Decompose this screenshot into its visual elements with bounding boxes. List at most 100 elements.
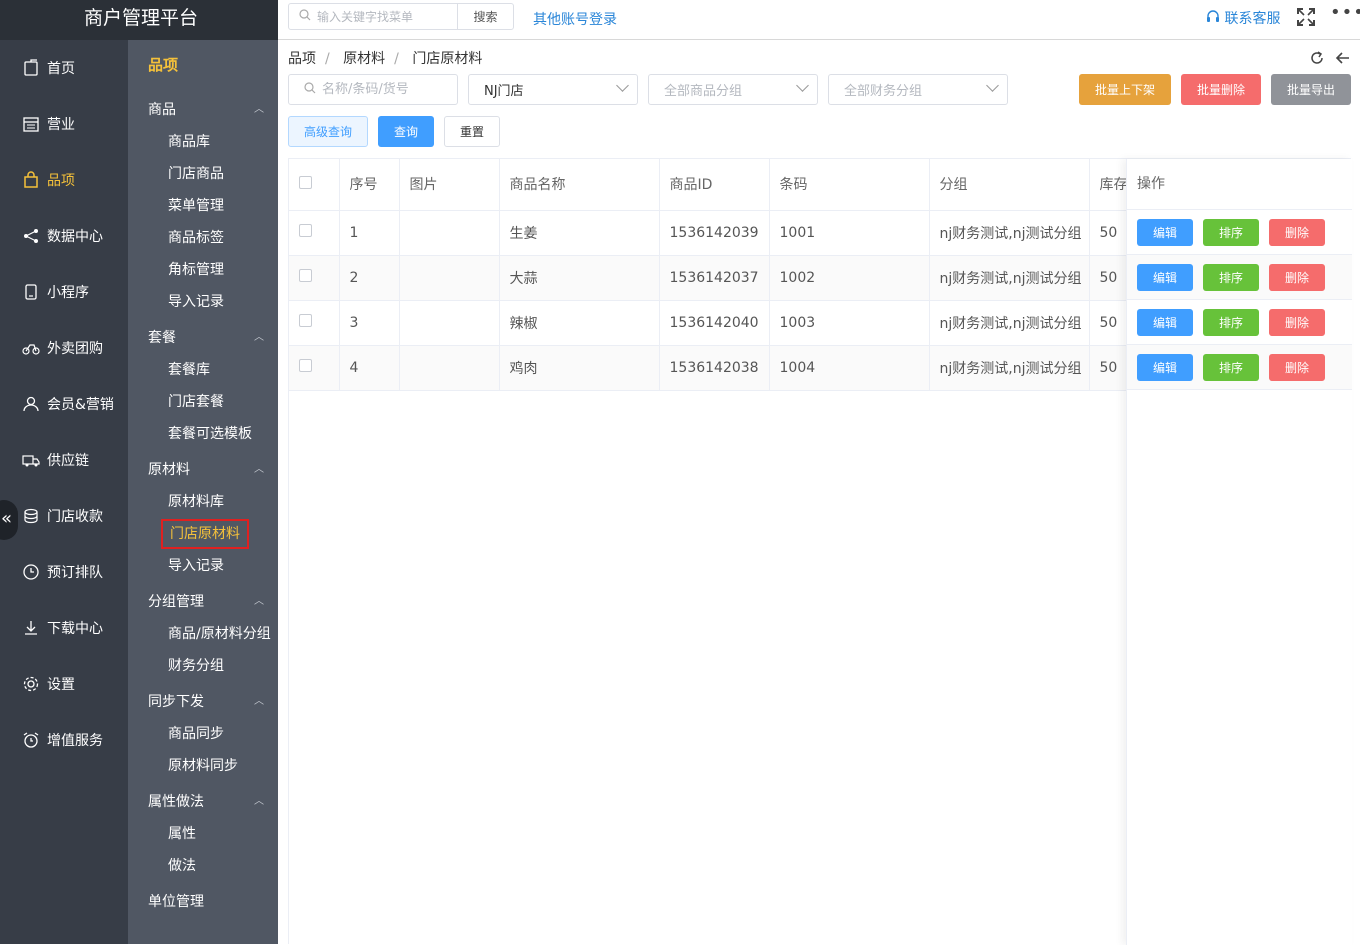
nav-item[interactable]: 营业 xyxy=(0,96,128,152)
edit-button[interactable]: 编辑 xyxy=(1137,218,1193,246)
row-checkbox-cell[interactable] xyxy=(289,210,340,256)
materials-table: 序号 图片 商品名称 商品ID 条码 分组 库存 1 生姜 1536142039 10… xyxy=(288,158,1352,945)
subnav-item[interactable]: 菜单管理 xyxy=(128,190,278,222)
sort-button[interactable]: 排序 xyxy=(1203,308,1259,336)
subnav-group-header[interactable]: 同步下发 ︿ xyxy=(128,686,278,718)
nav-item[interactable]: 品项 xyxy=(0,152,128,208)
reset-button[interactable]: 重置 xyxy=(444,116,500,147)
column-header: 条码 xyxy=(769,159,930,211)
store-select[interactable]: NJ门店 xyxy=(468,74,638,105)
select-all-checkbox-cell[interactable] xyxy=(289,159,340,211)
subnav-item[interactable]: 套餐库 xyxy=(128,354,278,386)
other-account-login-link[interactable]: 其他账号登录 xyxy=(533,9,617,29)
row-checkbox-cell[interactable] xyxy=(289,345,340,391)
subnav-item[interactable]: 做法 xyxy=(128,850,278,882)
column-header: 商品名称 xyxy=(499,159,660,211)
subnav-item-label: 财务分组 xyxy=(168,658,224,674)
subnav-item[interactable]: 门店套餐 xyxy=(128,386,278,418)
nav-item[interactable]: 外卖团购 xyxy=(0,320,128,376)
delete-button[interactable]: 删除 xyxy=(1269,308,1325,336)
keyword-search-field[interactable] xyxy=(288,74,458,105)
gear-icon xyxy=(22,675,40,693)
delete-button[interactable]: 删除 xyxy=(1269,218,1325,246)
nav-item[interactable]: 下载中心 xyxy=(0,600,128,656)
fullscreen-icon[interactable] xyxy=(1296,7,1316,27)
primary-sidebar: 首页 营业 品项 数据中心 小程序 外卖团购 会员&营销 供应链门店收款预订排队 下载中心 设置增… xyxy=(0,0,128,944)
edit-button[interactable]: 编辑 xyxy=(1137,263,1193,291)
delete-button[interactable]: 删除 xyxy=(1269,353,1325,381)
subnav-group-header[interactable]: 单位管理 xyxy=(128,886,278,918)
query-button[interactable]: 查询 xyxy=(378,116,434,147)
batch-export-button[interactable]: 批量导出 xyxy=(1271,74,1351,105)
row-checkbox[interactable] xyxy=(299,314,312,327)
row-checkbox[interactable] xyxy=(299,359,312,372)
column-header: 分组 xyxy=(929,159,1090,211)
subnav-item[interactable]: 商品同步 xyxy=(128,718,278,750)
subnav-item[interactable]: 属性 xyxy=(128,818,278,850)
nav-item[interactable]: 小程序 xyxy=(0,264,128,320)
bag-icon xyxy=(22,171,40,189)
delete-button[interactable]: 删除 xyxy=(1269,263,1325,291)
nav-item-label: 门店收款 xyxy=(47,509,103,525)
finance-group-select[interactable]: 全部财务分组 xyxy=(828,74,1008,105)
row-checkbox[interactable] xyxy=(299,269,312,282)
sort-button[interactable]: 排序 xyxy=(1203,263,1259,291)
nav-item[interactable]: 会员&营销 xyxy=(0,376,128,432)
batch-delete-button[interactable]: 批量删除 xyxy=(1181,74,1261,105)
phone-icon xyxy=(22,283,40,301)
advanced-query-button[interactable]: 高级查询 xyxy=(288,116,368,147)
subnav-item[interactable]: 商品标签 xyxy=(128,222,278,254)
subnav-item[interactable]: 门店原材料 xyxy=(128,518,278,550)
breadcrumb-item[interactable]: 原材料 xyxy=(343,51,385,67)
subnav-item[interactable]: 原材料库 xyxy=(128,486,278,518)
subnav-group-header[interactable]: 套餐 ︿ xyxy=(128,322,278,354)
menu-search-input[interactable] xyxy=(317,9,447,24)
subnav-item[interactable]: 套餐可选模板 xyxy=(128,418,278,450)
subnav-group-header[interactable]: 分组管理 ︿ xyxy=(128,586,278,618)
batch-shelf-button[interactable]: 批量上下架 xyxy=(1079,74,1171,105)
back-arrow-icon[interactable] xyxy=(1335,50,1351,66)
sort-button[interactable]: 排序 xyxy=(1203,218,1259,246)
cell-barcode: 1001 xyxy=(769,210,930,256)
chevron-up-icon: ︿ xyxy=(254,696,264,707)
refresh-icon[interactable] xyxy=(1309,50,1325,66)
row-checkbox[interactable] xyxy=(299,224,312,237)
nav-item[interactable]: 预订排队 xyxy=(0,544,128,600)
nav-item[interactable]: 增值服务 xyxy=(0,712,128,768)
nav-item[interactable]: 数据中心 xyxy=(0,208,128,264)
keyword-input[interactable] xyxy=(322,82,452,97)
menu-search-button[interactable]: 搜索 xyxy=(457,3,514,30)
subnav-item[interactable]: 角标管理 xyxy=(128,254,278,286)
collapse-sidebar-button[interactable]: « xyxy=(0,500,18,540)
edit-button[interactable]: 编辑 xyxy=(1137,308,1193,336)
subnav-item[interactable]: 导入记录 xyxy=(128,550,278,582)
nav-item[interactable]: 供应链 xyxy=(0,432,128,488)
subnav-item[interactable]: 财务分组 xyxy=(128,650,278,682)
subnav-item[interactable]: 商品库 xyxy=(128,126,278,158)
subnav-item[interactable]: 导入记录 xyxy=(128,286,278,318)
subnav-item[interactable]: 门店商品 xyxy=(128,158,278,190)
row-checkbox-cell[interactable] xyxy=(289,300,340,346)
table-header-row: 序号 图片 商品名称 商品ID 条码 分组 库存 xyxy=(289,159,1150,211)
sort-button[interactable]: 排序 xyxy=(1203,353,1259,381)
select-all-checkbox[interactable] xyxy=(299,175,312,189)
breadcrumb-item[interactable]: 品项 xyxy=(288,51,316,67)
nav-item[interactable]: 设置 xyxy=(0,656,128,712)
subnav-item[interactable]: 商品/原材料分组 xyxy=(128,618,278,650)
contact-service-link[interactable]: 联系客服 xyxy=(1206,8,1280,28)
product-category-select[interactable]: 全部商品分组 xyxy=(648,74,818,105)
nav-item[interactable]: 首页 xyxy=(0,40,128,96)
subnav-group-header[interactable]: 商品 ︿ xyxy=(128,94,278,126)
nav-item[interactable]: 门店收款 xyxy=(0,488,128,544)
cell-image xyxy=(399,255,500,301)
more-options-icon[interactable]: ••• xyxy=(1330,2,1360,23)
subnav-title: 品项 xyxy=(148,56,179,74)
subnav-item-label: 导入记录 xyxy=(168,558,224,574)
subnav-item-label: 角标管理 xyxy=(168,262,224,278)
subnav-group-header[interactable]: 原材料 ︿ xyxy=(128,454,278,486)
row-checkbox-cell[interactable] xyxy=(289,255,340,301)
calendar-icon xyxy=(22,115,40,133)
subnav-item[interactable]: 原材料同步 xyxy=(128,750,278,782)
subnav-group-header[interactable]: 属性做法 ︿ xyxy=(128,786,278,818)
edit-button[interactable]: 编辑 xyxy=(1137,353,1193,381)
